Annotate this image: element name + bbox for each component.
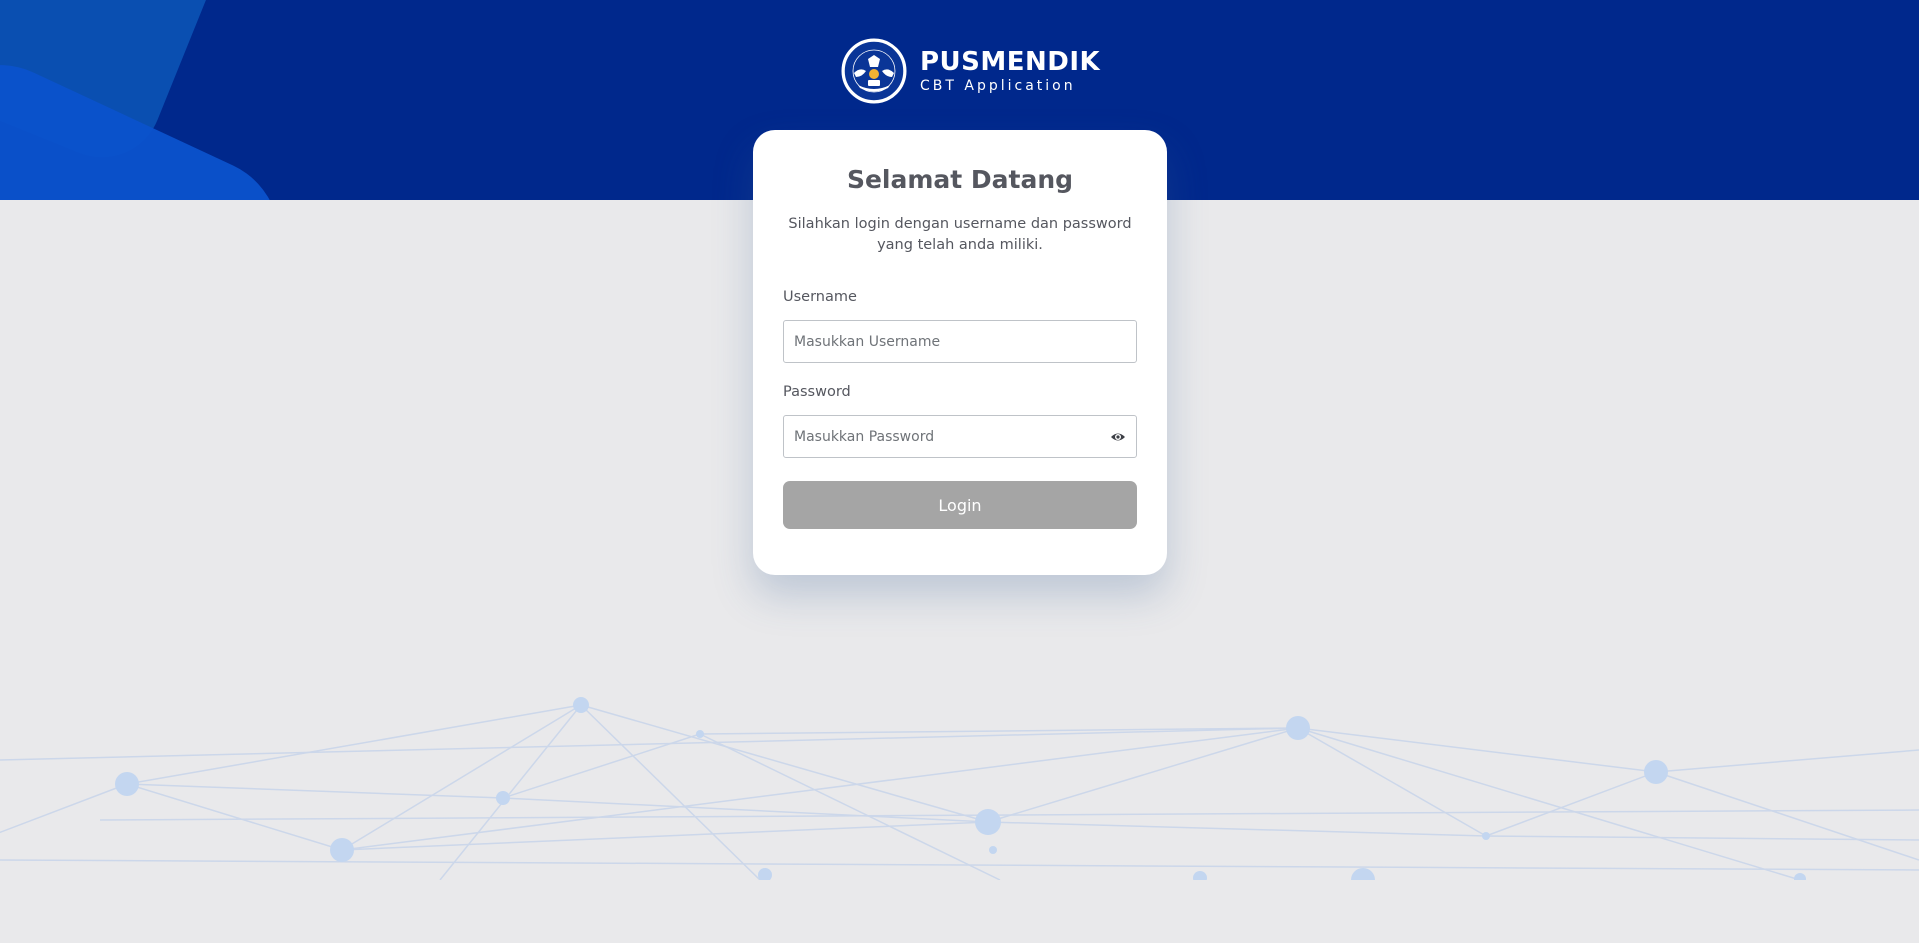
password-label: Password — [783, 384, 851, 400]
brand-title: PUSMENDIK — [920, 47, 1101, 77]
password-field-container — [783, 415, 1137, 458]
tut-wuri-handayani-emblem-icon — [841, 38, 907, 104]
username-label: Username — [783, 289, 857, 305]
brand-subtitle: CBT Application — [920, 78, 1076, 94]
brand-logo: PUSMENDIK CBT Application — [840, 36, 1100, 106]
eye-icon[interactable] — [1110, 429, 1126, 445]
password-input[interactable] — [784, 416, 1136, 457]
network-background-graphic — [0, 697, 1919, 880]
login-card: Selamat Datang Silahkan login dengan use… — [753, 130, 1167, 575]
welcome-heading: Selamat Datang — [846, 165, 1074, 194]
username-input[interactable] — [784, 321, 1136, 362]
login-instructions: Silahkan login dengan username dan passw… — [788, 216, 1132, 253]
login-page: PUSMENDIK CBT Application Selamat Datang… — [0, 0, 1919, 943]
login-button[interactable]: Login — [783, 481, 1137, 529]
username-field-container — [783, 320, 1137, 363]
